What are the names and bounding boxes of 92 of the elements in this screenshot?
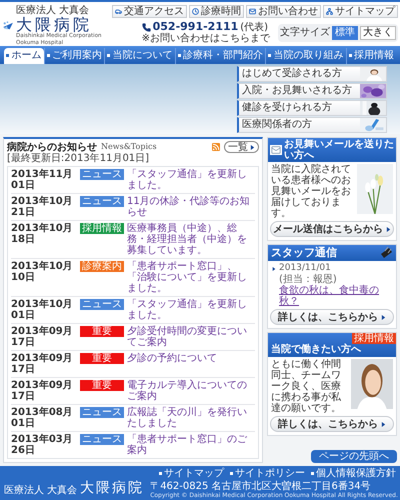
news-date: 2013年03月26日 xyxy=(11,434,74,456)
news-date: 2013年10月21日 xyxy=(11,196,74,218)
news-link[interactable]: 医療事務員（中途）、総務・経理担当者（中途）を募集しています。 xyxy=(127,223,255,256)
utility-link[interactable]: お問い合わせ xyxy=(246,5,321,18)
bullet-icon xyxy=(46,54,50,58)
arrow-icon xyxy=(272,266,276,270)
news-title: 病院からのお知らせ xyxy=(7,142,97,152)
details-button[interactable]: メール送信はこちらから xyxy=(270,221,394,237)
phone-icon xyxy=(142,22,151,32)
audience-button[interactable]: 健診を受けられる方 xyxy=(237,100,387,116)
news-subtitle: News&Topics xyxy=(101,142,157,152)
audience-button[interactable]: はじめて受診される方 xyxy=(237,66,387,82)
news-link[interactable]: 夕診受付時間の変更についてご案内 xyxy=(127,326,255,348)
arrow-icon xyxy=(250,144,255,150)
org-name: 医療法人 大真会 xyxy=(16,5,90,16)
list-button[interactable]: 一覧 xyxy=(224,141,259,153)
footer-address: 〒462-0825 名古屋市北区大曽根二丁目6番34号 xyxy=(150,481,372,492)
news-link[interactable]: 電子カルテ導入についてのご案内 xyxy=(127,380,255,402)
last-updated: [最終更新日:2013年11月01日] xyxy=(7,153,150,164)
card-text: ともに働く仲間同士、チームワーク良く、医療に携わる事が私達の願いです。 xyxy=(271,359,342,414)
bullet-icon xyxy=(230,472,233,475)
news-link[interactable]: 「患者サポート窓口」のご案内 xyxy=(127,434,255,456)
news-link[interactable]: 「スタッフ通信」を更新しました。 xyxy=(127,169,255,191)
bullet-icon xyxy=(6,54,10,58)
post-date: 2013/11/01 xyxy=(279,263,331,274)
news-link[interactable]: 11月の休診・代診等のお知らせ xyxy=(127,196,255,218)
bullet-icon xyxy=(107,54,110,58)
card-title: お見舞いメールを送りたい方へ xyxy=(284,139,394,161)
news-date: 2013年08月01日 xyxy=(11,407,74,429)
card-text: 当院に入院されている患者様へのお見舞いメールをお届けしております。 xyxy=(271,164,352,219)
news-category: ニュース xyxy=(80,407,124,418)
news-date: 2013年10月18日 xyxy=(11,223,74,247)
post-author: (担当：報恩) xyxy=(278,274,338,285)
page-top-button[interactable]: ページの先頭へ xyxy=(311,450,397,463)
clock-icon xyxy=(192,8,199,15)
phone-caption: ※お問い合わせはこちらまで xyxy=(142,33,270,44)
news-category: ニュース xyxy=(80,434,124,445)
utility-link[interactable]: 交通アクセス xyxy=(112,5,187,18)
rss-icon xyxy=(212,143,220,151)
footer-link[interactable]: サイトポリシー xyxy=(230,468,305,479)
binder-clip-icon xyxy=(379,246,393,260)
post-link[interactable]: 食欲の秋は、食中毒の秋？ xyxy=(272,285,392,307)
bullet-icon xyxy=(159,472,162,475)
news-date: 2013年10月10日 xyxy=(11,261,74,285)
footer-link[interactable]: サイトマップ xyxy=(159,468,224,479)
mail-icon xyxy=(249,8,256,15)
card-title: 当院で働きたい方へ xyxy=(271,344,361,355)
bullet-icon xyxy=(311,472,314,475)
news-category: ニュース xyxy=(80,299,124,310)
details-button[interactable]: 詳しくは、こちらから xyxy=(270,416,394,432)
news-date: 2013年09月17日 xyxy=(11,326,74,348)
news-category: ニュース xyxy=(80,169,124,180)
news-date: 2013年09月17日 xyxy=(11,380,74,402)
news-category: 診療案内 xyxy=(80,261,124,272)
arrow-icon xyxy=(381,422,386,426)
arrow-icon xyxy=(381,314,386,320)
news-category: 重要 xyxy=(80,353,124,364)
font-size-option[interactable]: 標準 xyxy=(332,26,358,40)
news-link[interactable]: 「患者サポート窓口」、「治験について」を更新しました。 xyxy=(127,261,255,294)
news-link[interactable]: 「スタッフ通信」を更新しました。 xyxy=(127,299,255,321)
car-icon xyxy=(115,8,122,15)
news-category: 採用情報 xyxy=(80,223,124,234)
news-date: 2013年10月01日 xyxy=(11,299,74,321)
nav-tab[interactable]: ホーム xyxy=(4,48,44,64)
envelope-icon xyxy=(270,145,282,155)
utility-link[interactable]: サイトマップ xyxy=(323,5,398,18)
details-button[interactable]: 詳しくは、こちらから xyxy=(270,309,394,325)
audience-button[interactable]: 医療関係者の方 xyxy=(237,116,387,133)
font-size-label: 文字サイズ xyxy=(280,27,330,38)
bullet-icon xyxy=(348,54,352,58)
footer-hospital-name: 大隈病院 xyxy=(80,481,144,496)
news-category: 重要 xyxy=(80,380,124,391)
bullet-icon xyxy=(268,54,272,58)
utility-link[interactable]: 診療時間 xyxy=(189,5,244,18)
footer-link[interactable]: 個人情報保護方針 xyxy=(311,468,396,479)
footer-org: 医療法人 大真会 xyxy=(4,485,78,496)
card-title: スタッフ通信 xyxy=(271,247,337,259)
news-link[interactable]: 夕診の予約について xyxy=(127,353,255,375)
audience-button[interactable]: 入院・お見舞いされる方 xyxy=(237,82,387,99)
phone-note: (代表) xyxy=(240,22,268,32)
sitemap-icon xyxy=(326,8,333,15)
news-category: ニュース xyxy=(80,196,124,207)
news-date: 2013年09月17日 xyxy=(11,353,74,375)
arrow-icon xyxy=(386,226,391,232)
phone-number: 052-991-2111 xyxy=(152,21,238,33)
recruit-ribbon: 採用情報 xyxy=(352,333,396,344)
font-size-option[interactable]: 大きく xyxy=(360,26,396,40)
news-date: 2013年11月01日 xyxy=(11,169,74,191)
news-category: 重要 xyxy=(80,326,124,337)
bullet-icon xyxy=(178,54,181,58)
news-link[interactable]: 広報誌「天の川」を発行いたしました xyxy=(127,407,255,429)
hospital-name: 大隈病院 xyxy=(16,16,92,33)
